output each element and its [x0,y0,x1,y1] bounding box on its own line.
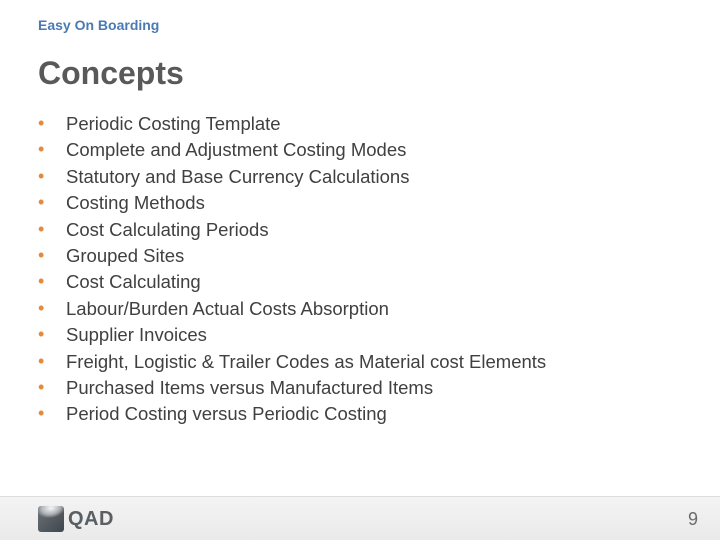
list-item: •Purchased Items versus Manufactured Ite… [38,376,682,400]
list-item-text: Labour/Burden Actual Costs Absorption [66,297,682,321]
slide-title: Concepts [38,55,184,92]
list-item: •Cost Calculating [38,270,682,294]
list-item-text: Cost Calculating Periods [66,218,682,242]
list-item-text: Supplier Invoices [66,323,682,347]
list-item-text: Statutory and Base Currency Calculations [66,165,682,189]
list-item-text: Purchased Items versus Manufactured Item… [66,376,682,400]
bullet-dot-icon: • [38,191,66,215]
list-item-text: Complete and Adjustment Costing Modes [66,138,682,162]
bullet-dot-icon: • [38,297,66,321]
list-item: •Labour/Burden Actual Costs Absorption [38,297,682,321]
logo-text: QAD [68,508,114,531]
logo: QAD [38,506,114,532]
bullet-dot-icon: • [38,218,66,242]
list-item: •Grouped Sites [38,244,682,268]
bullet-dot-icon: • [38,112,66,136]
list-item: •Cost Calculating Periods [38,218,682,242]
header-label: Easy On Boarding [38,17,159,33]
list-item: •Periodic Costing Template [38,112,682,136]
bullet-dot-icon: • [38,165,66,189]
list-item: •Freight, Logistic & Trailer Codes as Ma… [38,350,682,374]
footer: QAD 9 [0,496,720,540]
list-item: •Complete and Adjustment Costing Modes [38,138,682,162]
bullet-list: •Periodic Costing Template •Complete and… [38,112,682,429]
bullet-dot-icon: • [38,138,66,162]
list-item: •Costing Methods [38,191,682,215]
bullet-dot-icon: • [38,244,66,268]
list-item-text: Freight, Logistic & Trailer Codes as Mat… [66,350,682,374]
bullet-dot-icon: • [38,323,66,347]
bullet-dot-icon: • [38,350,66,374]
list-item: •Statutory and Base Currency Calculation… [38,165,682,189]
bullet-dot-icon: • [38,376,66,400]
page-number: 9 [688,509,698,530]
bullet-dot-icon: • [38,270,66,294]
list-item-text: Grouped Sites [66,244,682,268]
bullet-dot-icon: • [38,402,66,426]
list-item: •Supplier Invoices [38,323,682,347]
list-item-text: Period Costing versus Periodic Costing [66,402,682,426]
logo-mark-icon [38,506,64,532]
list-item: •Period Costing versus Periodic Costing [38,402,682,426]
slide: Easy On Boarding Concepts •Periodic Cost… [0,0,720,540]
list-item-text: Periodic Costing Template [66,112,682,136]
list-item-text: Costing Methods [66,191,682,215]
list-item-text: Cost Calculating [66,270,682,294]
